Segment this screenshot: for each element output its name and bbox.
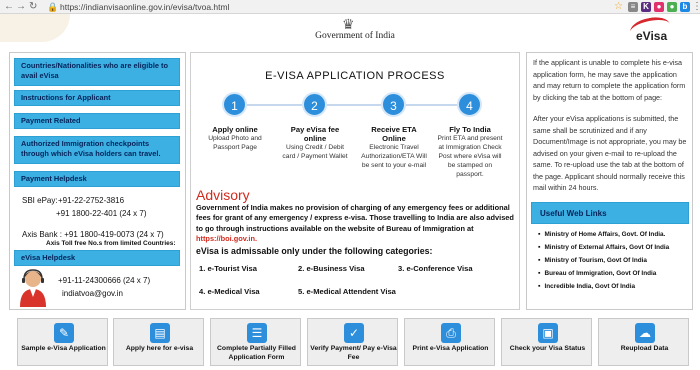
document-edit-icon: ✎ [54,323,74,343]
reupload-data-label: Reupload Data [620,345,669,352]
extension-icon-2[interactable]: ● [654,2,664,12]
step-1-circle: 1 [222,92,247,117]
useful-links-heading: Useful Web Links [531,202,689,224]
complete-partial-form-label: Complete Partially Filled Application Fo… [217,345,296,361]
print-evisa-label: Print e-Visa Application [412,345,489,352]
verify-payment-button[interactable]: ✓ Verify Payment/ Pay e-Visa Fee [307,318,398,366]
evisa-logo: eVisa [636,29,668,43]
back-icon[interactable]: ← [4,1,14,12]
step-2-desc: Using Credit / Debit card / Payment Wall… [282,144,348,160]
extension-icon-1[interactable]: ≡ [628,2,638,12]
sample-evisa-label: Sample e-Visa Application [21,345,106,352]
apply-evisa-button[interactable]: ▤ Apply here for e-visa [113,318,204,366]
url-field[interactable]: https://indianvisaonline.gov.in/evisa/tv… [60,2,229,12]
axis-toll-free-note: Axis Toll free No.s from limited Countri… [46,240,176,247]
reload-icon[interactable]: ↻ [29,1,37,12]
payment-related-button[interactable]: Payment Related [14,113,180,129]
apply-evisa-label: Apply here for e-visa [125,345,194,352]
government-title: Government of India [315,31,395,41]
step-3-desc: Electronic Travel Authorization/ETA Will… [361,144,427,169]
evisa-helpdesk-button[interactable]: eVisa Helpdesk [14,250,180,266]
payment-helpdesk-button[interactable]: Payment Helpdesk [14,171,180,187]
step-4-desc: Print ETA and present at Immigration Che… [437,135,503,178]
sample-evisa-button[interactable]: ✎ Sample e-Visa Application [17,318,108,366]
link-external-affairs[interactable]: Ministry of External Affairs, Govt Of In… [538,244,669,251]
step-4-title: Fly To India [449,125,491,134]
helpdesk-agent-icon [20,269,46,307]
monitor-icon: ▤ [150,323,170,343]
category-etourist: 1. e-Tourist Visa [199,264,257,273]
category-econference: 3. e-Conference Visa [398,264,473,273]
link-tourism[interactable]: Ministry of Tourism, Govt Of India [538,257,647,264]
boi-link[interactable]: https://boi.gov.in. [196,234,257,243]
form-icon: ☰ [247,323,267,343]
step-4-circle: 4 [457,92,482,117]
link-incredible-india[interactable]: Incredible India, Govt Of India [538,283,635,290]
process-title: E-VISA APPLICATION PROCESS [265,70,445,82]
extension-icon-k[interactable]: K [641,2,651,12]
advisory-title: Advisory [196,187,250,203]
reupload-note: After your eVisa applications is submitt… [533,114,687,192]
category-emedical-attendant: 5. e-Medical Attendent Visa [298,287,396,296]
extension-icon-b[interactable]: b [680,2,690,12]
check-visa-status-label: Check your Visa Status [509,345,586,352]
immigration-checkpoints-button[interactable]: Authorized Immigration checkpoints throu… [14,136,180,164]
step-2-title: Pay eVisa fee online [290,125,340,143]
forward-icon[interactable]: → [16,1,26,12]
instructions-button[interactable]: Instructions for Applicant [14,90,180,106]
menu-icon[interactable]: ⋮ [692,1,700,12]
step-1-desc: Upload Photo and Passport Page [208,135,262,151]
category-emedical: 4. e-Medical Visa [199,287,260,296]
save-application-note: If the applicant is unable to complete h… [533,58,686,102]
eligible-countries-button[interactable]: Countries/Nationalities who are eligible… [14,58,180,86]
browser-address-bar: ← → ↻ 🔒 https://indianvisaonline.gov.in/… [0,0,700,14]
helpdesk-email[interactable]: indiatvoa@gov.in [62,289,123,298]
reupload-data-button[interactable]: ☁ Reupload Data [598,318,689,366]
sbi-epay-label: SBI ePay: [22,196,58,205]
complete-partial-form-button[interactable]: ☰ Complete Partially Filled Application … [210,318,301,366]
process-connector [234,104,474,106]
sbi-epay-phone-2: +91 1800-22-401 (24 x 7) [56,209,147,218]
category-ebusiness: 2. e-Business Visa [298,264,365,273]
helpdesk-phone: +91-11-24300666 (24 x 7) [58,276,151,285]
sbi-epay-phone-1: +91-22-2752-3816 [58,196,125,205]
bookmark-star-icon[interactable]: ☆ [614,1,623,12]
admissible-heading: eVisa is admissable only under the follo… [196,246,433,256]
step-3-circle: 3 [381,92,406,117]
link-home-affairs[interactable]: Ministry of Home Affairs, Govt. Of India… [538,231,665,238]
axis-bank-phone: Axis Bank : +91 1800-419-0073 (24 x 7) [22,230,164,239]
cloud-upload-icon: ☁ [635,323,655,343]
verify-payment-label: Verify Payment/ Pay e-Visa Fee [310,345,397,361]
lock-icon: 🔒 [47,2,59,12]
link-immigration[interactable]: Bureau of Immigration, Govt Of India [538,270,656,277]
status-screen-icon: ▣ [538,323,558,343]
step-2-circle: 2 [302,92,327,117]
printer-icon: ⎙ [441,323,461,343]
print-evisa-button[interactable]: ⎙ Print e-Visa Application [404,318,495,366]
extension-icon-3[interactable]: ● [667,2,677,12]
payment-check-icon: ✓ [344,323,364,343]
step-3-title: Receive ETA Online [371,125,417,143]
step-1-title: Apply online [212,125,258,134]
advisory-text: Government of India makes no provision o… [196,203,516,244]
check-visa-status-button[interactable]: ▣ Check your Visa Status [501,318,592,366]
